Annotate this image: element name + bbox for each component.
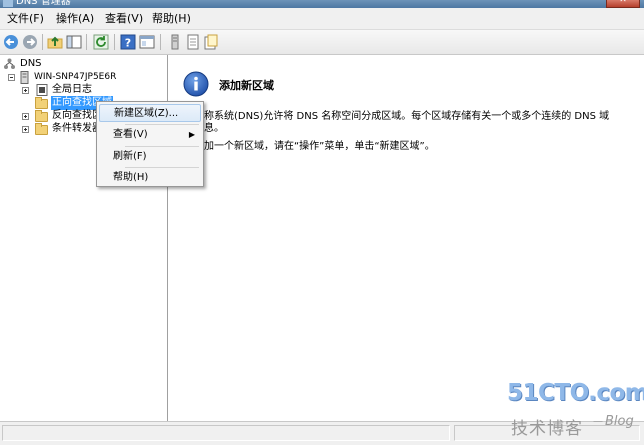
- properties-icon[interactable]: [139, 34, 155, 50]
- menu-action[interactable]: 操作(A): [56, 12, 94, 25]
- dns-network-icon: [4, 58, 15, 69]
- log-icon: [36, 84, 48, 96]
- back-arrow-icon[interactable]: [3, 34, 19, 50]
- menu-separator: [125, 124, 199, 125]
- server-icon: [20, 71, 29, 84]
- content-paragraph-1-line-1: 称系统(DNS)允许将 DNS 名称空间分成区域。每个区域存储有关一个或多个连续…: [204, 111, 610, 122]
- folder-icon: [35, 97, 48, 109]
- show-hide-tree-icon[interactable]: [66, 34, 82, 50]
- forward-arrow-icon[interactable]: [22, 34, 38, 50]
- list-icon[interactable]: [185, 34, 201, 50]
- tree-label-dns: DNS: [20, 58, 42, 69]
- tree-label-server: WIN-SNP47JP5E6R: [34, 72, 117, 82]
- tree-label-conditional-forwarders: 条件转发器: [52, 123, 102, 134]
- expand-icon[interactable]: [22, 113, 29, 120]
- menu-item-new-zone[interactable]: 新建区域(Z)...: [99, 104, 201, 122]
- collapse-icon[interactable]: [8, 74, 15, 81]
- content-paragraph-2: 加一个新区域，请在“操作”菜单，单击“新建区域”。: [204, 141, 435, 152]
- content-heading: 添加新区域: [219, 79, 274, 92]
- window-title: DNS 管理器: [16, 0, 71, 7]
- dns-manager-window: DNS 管理器 ✕ 文件(F) 操作(A) 查看(V) 帮助(H) ? DNS …: [0, 0, 644, 445]
- watermark-blog: Blog: [605, 414, 634, 429]
- submenu-arrow-icon: ▶: [188, 130, 195, 139]
- menu-item-refresh-label: 刷新(F): [113, 151, 147, 162]
- menu-help[interactable]: 帮助(H): [152, 12, 191, 25]
- app-icon: [3, 0, 13, 7]
- menu-item-refresh[interactable]: 刷新(F): [99, 148, 201, 166]
- watermark-site: 51CTO.com: [507, 380, 644, 406]
- toolbar-separator: [86, 34, 87, 50]
- close-button[interactable]: ✕: [606, 0, 640, 8]
- menu-separator: [125, 146, 199, 147]
- expand-icon[interactable]: [22, 87, 29, 94]
- folder-icon: [35, 123, 48, 135]
- folder-icon: [35, 110, 48, 122]
- details-pane: 添加新区域 称系统(DNS)允许将 DNS 名称空间分成区域。每个区域存储有关一…: [168, 55, 644, 421]
- title-bar: DNS 管理器 ✕: [0, 0, 644, 8]
- toolbar: ?: [0, 30, 644, 55]
- menu-view[interactable]: 查看(V): [105, 12, 143, 25]
- info-icon: [183, 71, 209, 97]
- toolbar-separator: [42, 34, 43, 50]
- toolbar-separator: [160, 34, 161, 50]
- help-icon[interactable]: ?: [120, 34, 136, 50]
- menu-item-help[interactable]: 帮助(H): [99, 169, 201, 187]
- watermark-blog-dash: —: [593, 416, 603, 427]
- up-folder-icon[interactable]: [47, 34, 63, 50]
- tree-label-global-logs: 全局日志: [52, 84, 92, 95]
- svg-text:?: ?: [125, 37, 131, 50]
- watermark-sub: 技术博客: [511, 419, 583, 439]
- menu-item-help-label: 帮助(H): [113, 172, 149, 183]
- document-icon[interactable]: [203, 34, 219, 50]
- menu-file[interactable]: 文件(F): [7, 12, 44, 25]
- close-icon: ✕: [619, 0, 627, 5]
- menu-bar: 文件(F) 操作(A) 查看(V) 帮助(H): [0, 8, 644, 30]
- menu-item-view[interactable]: 查看(V) ▶: [99, 126, 201, 144]
- content-paragraph-1-line-2: 息。: [204, 123, 224, 134]
- toolbar-separator: [114, 34, 115, 50]
- menu-separator: [125, 167, 199, 168]
- watermark-logo: 51CTO.com 技术博客 — Blog: [505, 380, 644, 440]
- server-icon[interactable]: [167, 34, 183, 50]
- menu-item-new-zone-label: 新建区域(Z)...: [114, 108, 179, 119]
- refresh-icon[interactable]: [93, 34, 109, 50]
- context-menu: 新建区域(Z)... 查看(V) ▶ 刷新(F) 帮助(H): [96, 101, 204, 187]
- status-panel-main: [2, 425, 450, 441]
- expand-icon[interactable]: [22, 126, 29, 133]
- menu-item-view-label: 查看(V): [113, 129, 148, 140]
